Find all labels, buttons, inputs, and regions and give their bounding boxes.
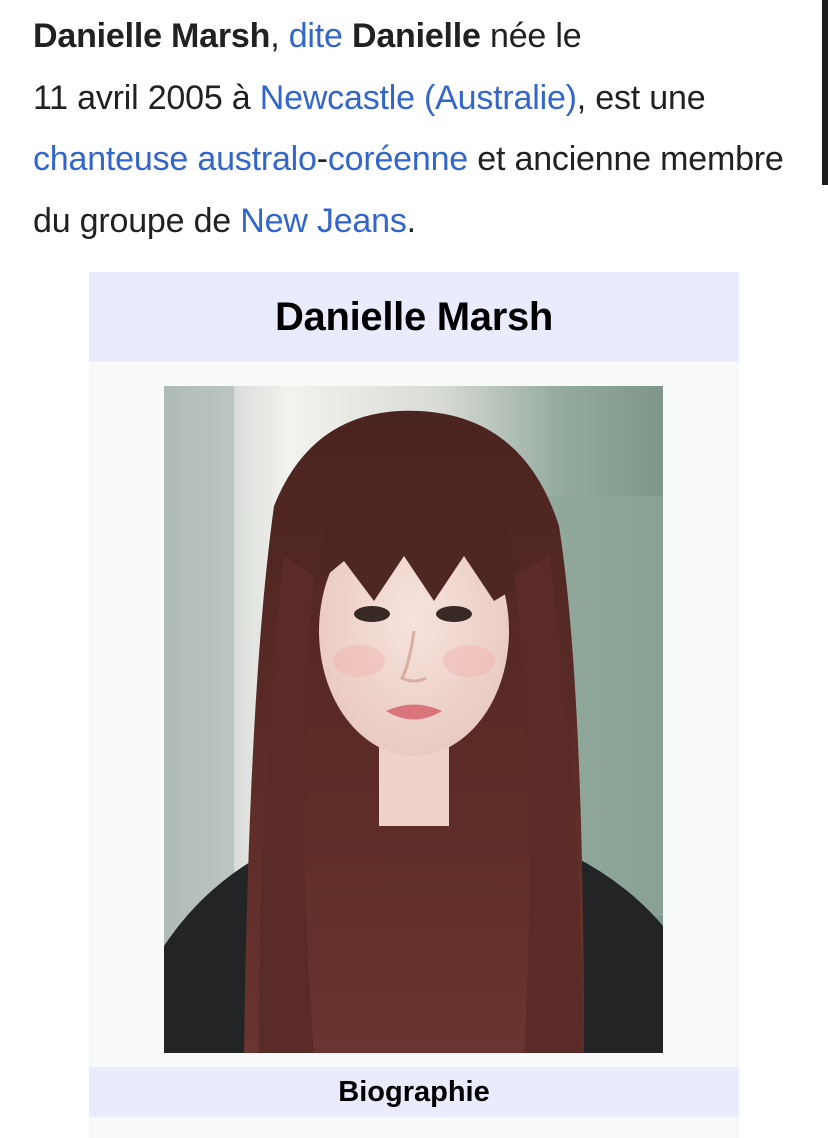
article-intro: Danielle Marsh, dite Danielle née le 11 a… [33, 6, 803, 252]
link-new-jeans[interactable]: New Jeans [240, 202, 407, 240]
link-coreenne[interactable]: coréenne [328, 140, 468, 178]
link-birthplace[interactable]: Newcastle (Australie) [260, 79, 577, 117]
link-chanteuse[interactable]: chanteuse [33, 140, 188, 178]
intro-paragraph: Danielle Marsh, dite Danielle née le 11 a… [33, 6, 803, 252]
infobox-title: Danielle Marsh [89, 272, 739, 362]
infobox-portrait-image[interactable] [164, 386, 663, 1053]
stage-name: Danielle [351, 17, 481, 55]
text-period: . [406, 201, 416, 240]
text-hyphen: - [316, 140, 328, 178]
text-nee-le: née le [480, 17, 582, 55]
subject-name: Danielle Marsh [33, 17, 271, 55]
scrollbar-edge [822, 0, 828, 185]
section-header-biographie: Biographie [89, 1067, 739, 1117]
infobox: Danielle Marsh Biographie [89, 272, 739, 1138]
text-comma: , [270, 17, 280, 55]
birth-date: 11 avril 2005 à [33, 78, 260, 117]
link-dite[interactable]: dite [289, 17, 343, 55]
link-australo[interactable]: australo [197, 140, 317, 178]
text-est-une: , est une [576, 78, 706, 117]
